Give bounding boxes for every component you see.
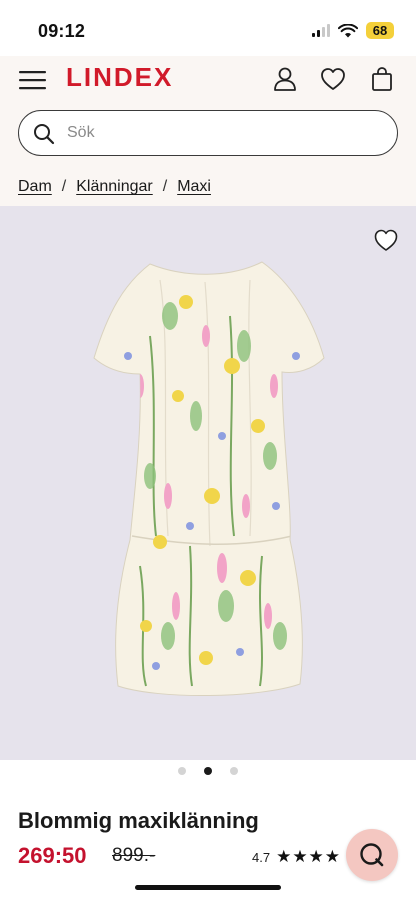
heart-icon[interactable] <box>318 64 348 94</box>
rating-value: 4.7 <box>252 849 271 865</box>
dress-image <box>93 261 325 696</box>
search-input[interactable] <box>67 119 377 147</box>
status-time: 09:12 <box>38 21 86 41</box>
carousel-dot-active[interactable] <box>204 767 212 775</box>
search-icon <box>34 124 55 145</box>
rating-stars: ★★★★ <box>276 847 342 866</box>
breadcrumb-klanningar[interactable]: Klänningar <box>76 178 153 196</box>
breadcrumb-dam[interactable]: Dam <box>18 178 52 196</box>
chat-icon <box>360 843 384 867</box>
menu-icon[interactable] <box>18 68 48 92</box>
status-bar: 09:12 68 <box>0 0 416 56</box>
site-header: LINDEX <box>0 56 416 104</box>
carousel-dot[interactable] <box>230 767 238 775</box>
shopping-bag-icon[interactable] <box>367 64 397 94</box>
chat-button[interactable] <box>346 829 398 881</box>
breadcrumb-maxi[interactable]: Maxi <box>177 178 211 196</box>
search-box[interactable] <box>18 110 398 156</box>
signal-icon <box>312 24 330 37</box>
battery-indicator: 68 <box>366 22 394 39</box>
lindex-logo[interactable]: LINDEX <box>66 62 173 93</box>
breadcrumb-separator: / <box>61 178 67 195</box>
carousel-dots <box>0 760 416 782</box>
account-icon[interactable] <box>270 64 300 94</box>
original-price: 899.- <box>112 845 156 866</box>
breadcrumb: Dam / Klänningar / Maxi <box>18 178 211 196</box>
breadcrumb-separator: / <box>162 178 168 195</box>
sale-price: 269:50 <box>18 843 87 868</box>
carousel-dot[interactable] <box>178 767 186 775</box>
product-title: Blommig maxiklänning <box>18 808 259 833</box>
product-rating[interactable]: 4.7 ★★★★ <box>252 847 341 867</box>
product-image[interactable] <box>0 206 416 760</box>
favorite-heart-icon[interactable] <box>372 226 400 254</box>
status-icons: 68 <box>312 22 394 39</box>
wifi-icon <box>338 23 358 37</box>
search-area <box>0 104 416 164</box>
breadcrumb-area: Dam / Klänningar / Maxi <box>0 164 416 206</box>
home-indicator <box>135 885 281 890</box>
